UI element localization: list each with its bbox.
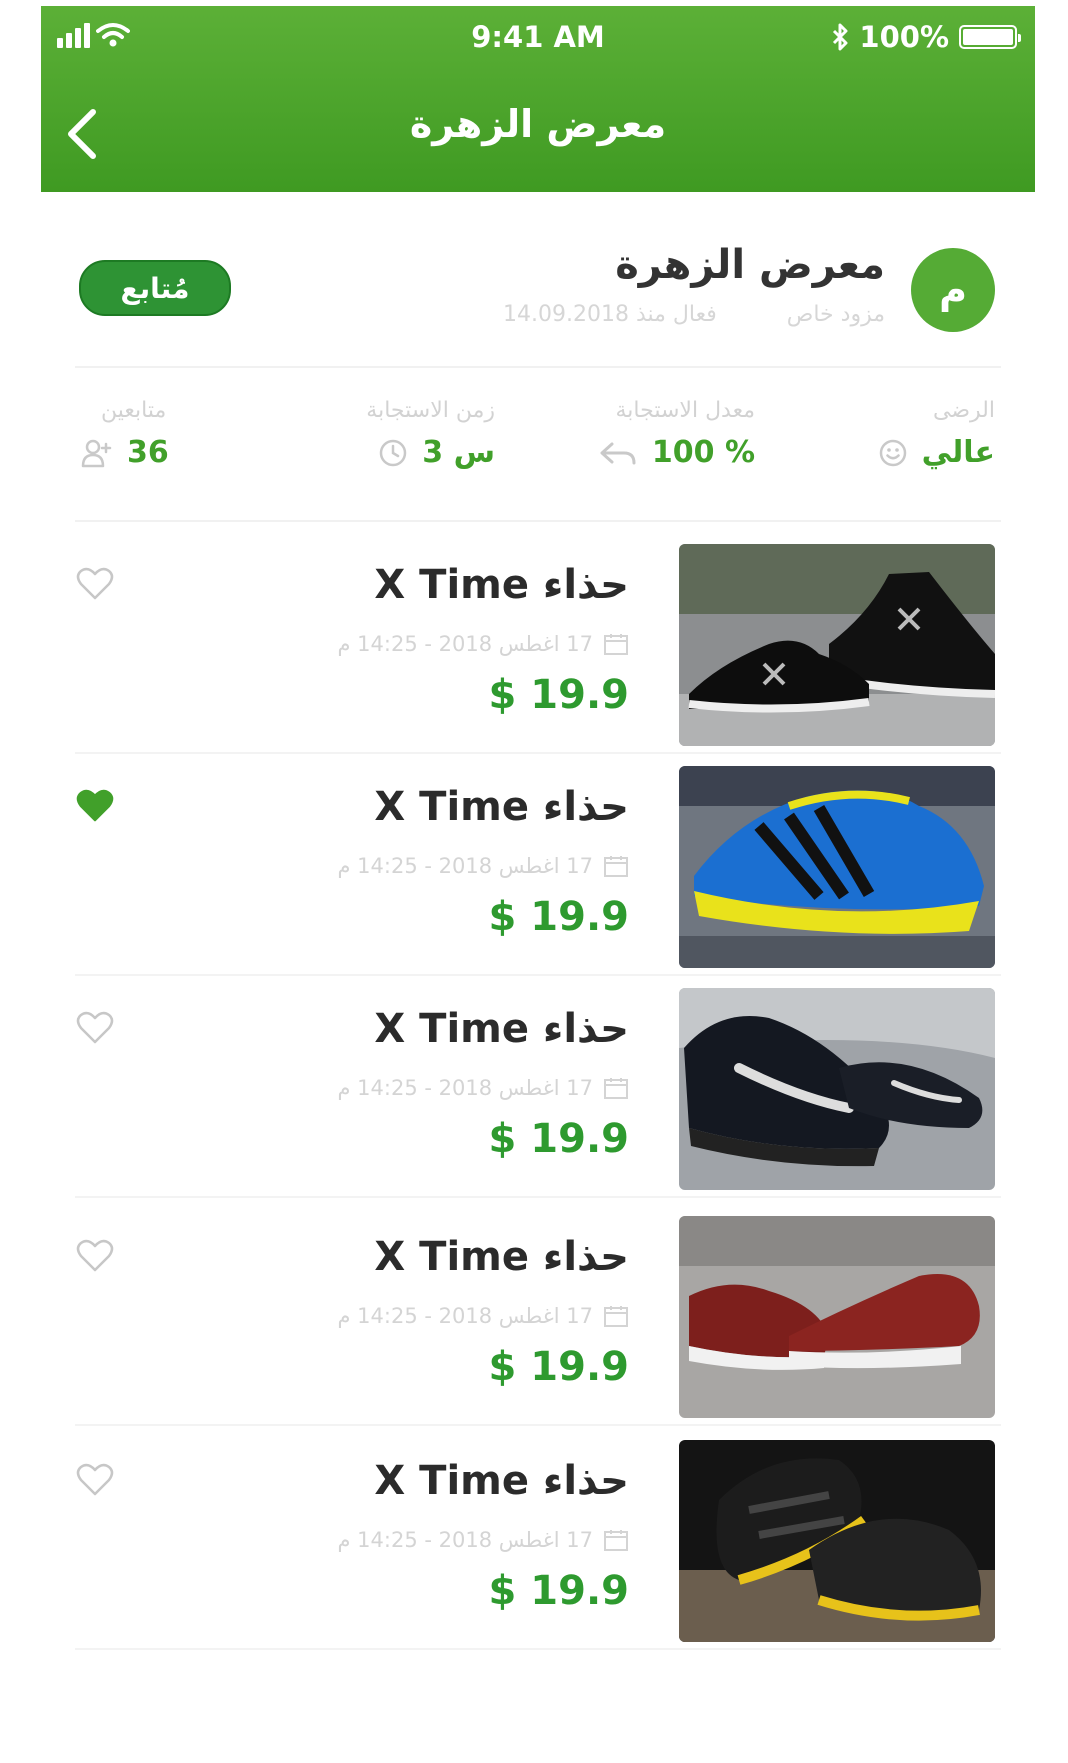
list-item[interactable]: حذاء X Time 17 اغطس 2018 - 14:25 م $ 19.… (41, 754, 1035, 976)
product-price: $ 19.9 (488, 672, 629, 718)
stat-value: عالي (795, 435, 995, 470)
calendar-icon (604, 1306, 628, 1327)
stat-satisfaction: الرضى عالي (795, 398, 995, 470)
product-image[interactable] (679, 1216, 995, 1418)
heart-outline-icon[interactable] (75, 1010, 115, 1046)
stat-value-text: 36 (127, 435, 169, 470)
page-title: معرض الزهرة (409, 102, 667, 146)
clock-icon (380, 439, 407, 466)
product-date: 17 اغطس 2018 - 14:25 م (337, 1304, 629, 1328)
divider (75, 1424, 1001, 1426)
product-title[interactable]: حذاء X Time (374, 1006, 629, 1052)
divider (75, 1196, 1001, 1198)
list-item[interactable]: حذاء X Time 17 اغطس 2018 - 14:25 م $ 19.… (41, 532, 1035, 754)
product-date-text: 17 اغطس 2018 - 14:25 م (337, 1076, 593, 1100)
shop-name: معرض الزهرة (615, 242, 885, 288)
stat-response-time: زمن الاستجابة 3 س (315, 398, 495, 470)
heart-filled-icon[interactable] (75, 788, 115, 824)
divider (75, 366, 1001, 368)
user-add-icon (81, 439, 112, 467)
phone-screen: 9:41 AM 100% معرض الزهرة م معرض الزهرة م… (41, 6, 1035, 1763)
product-image[interactable] (679, 1440, 995, 1642)
stat-value-text: 100 % (651, 435, 755, 470)
stat-value: 100 % (535, 435, 755, 470)
battery-group: 100% (831, 20, 1021, 54)
battery-percent: 100% (859, 20, 949, 54)
divider (75, 520, 1001, 522)
stat-value: 3 س (315, 435, 495, 470)
battery-icon (959, 25, 1021, 49)
app-bar: 9:41 AM 100% معرض الزهرة (41, 6, 1035, 192)
product-title[interactable]: حذاء X Time (374, 1458, 629, 1504)
calendar-icon (604, 856, 628, 877)
product-date-text: 17 اغطس 2018 - 14:25 م (337, 854, 593, 878)
follow-button[interactable]: مُتابع (79, 260, 231, 316)
heart-outline-icon[interactable] (75, 1238, 115, 1274)
status-bar: 9:41 AM 100% (41, 16, 1035, 60)
stat-followers: متابعين 36 (81, 398, 261, 470)
calendar-icon (604, 1530, 628, 1551)
stat-response-rate: معدل الاستجابة 100 % (535, 398, 755, 470)
product-price: $ 19.9 (488, 1568, 629, 1614)
shop-joined: فعال منذ 14.09.2018 (503, 302, 717, 327)
bluetooth-icon (833, 23, 848, 51)
product-date: 17 اغطس 2018 - 14:25 م (337, 632, 629, 656)
product-price: $ 19.9 (488, 1116, 629, 1162)
product-date: 17 اغطس 2018 - 14:25 م (337, 1528, 629, 1552)
stat-value-text: 3 س (422, 435, 495, 470)
product-price: $ 19.9 (488, 894, 629, 940)
list-item[interactable]: حذاء X Time 17 اغطس 2018 - 14:25 م $ 19.… (41, 1428, 1035, 1650)
product-image[interactable] (679, 988, 995, 1190)
shop-stats: الرضى عالي معدل الاستجابة 100 % زمن الاس… (41, 398, 1035, 498)
stat-value: 36 (81, 435, 261, 470)
stat-label: متابعين (101, 398, 167, 423)
product-image[interactable] (679, 544, 995, 746)
smile-icon (879, 439, 906, 466)
calendar-icon (604, 1078, 628, 1099)
reply-icon (600, 442, 636, 464)
list-item[interactable]: حذاء X Time 17 اغطس 2018 - 14:25 م $ 19.… (41, 1204, 1035, 1426)
shop-type: مزود خاص (786, 302, 885, 327)
calendar-icon (604, 634, 628, 655)
product-date: 17 اغطس 2018 - 14:25 م (337, 1076, 629, 1100)
product-title[interactable]: حذاء X Time (374, 562, 629, 608)
product-price: $ 19.9 (488, 1344, 629, 1390)
stat-label: معدل الاستجابة (615, 398, 755, 423)
heart-outline-icon[interactable] (75, 566, 115, 602)
product-date: 17 اغطس 2018 - 14:25 م (337, 854, 629, 878)
avatar[interactable]: م (911, 248, 995, 332)
stat-label: الرضى (933, 398, 995, 423)
stat-label: زمن الاستجابة (366, 398, 495, 423)
list-item[interactable]: حذاء X Time 17 اغطس 2018 - 14:25 م $ 19.… (41, 976, 1035, 1198)
divider (75, 1648, 1001, 1650)
product-title[interactable]: حذاء X Time (374, 1234, 629, 1280)
product-date-text: 17 اغطس 2018 - 14:25 م (337, 1528, 593, 1552)
product-date-text: 17 اغطس 2018 - 14:25 م (337, 1304, 593, 1328)
shop-subtitle: مزود خاص فعال منذ 14.09.2018 (503, 302, 885, 327)
product-title[interactable]: حذاء X Time (374, 784, 629, 830)
shop-header: م معرض الزهرة مزود خاص فعال منذ 14.09.20… (41, 216, 1035, 366)
product-date-text: 17 اغطس 2018 - 14:25 م (337, 632, 593, 656)
stat-value-text: عالي (921, 435, 995, 470)
product-image[interactable] (679, 766, 995, 968)
heart-outline-icon[interactable] (75, 1462, 115, 1498)
